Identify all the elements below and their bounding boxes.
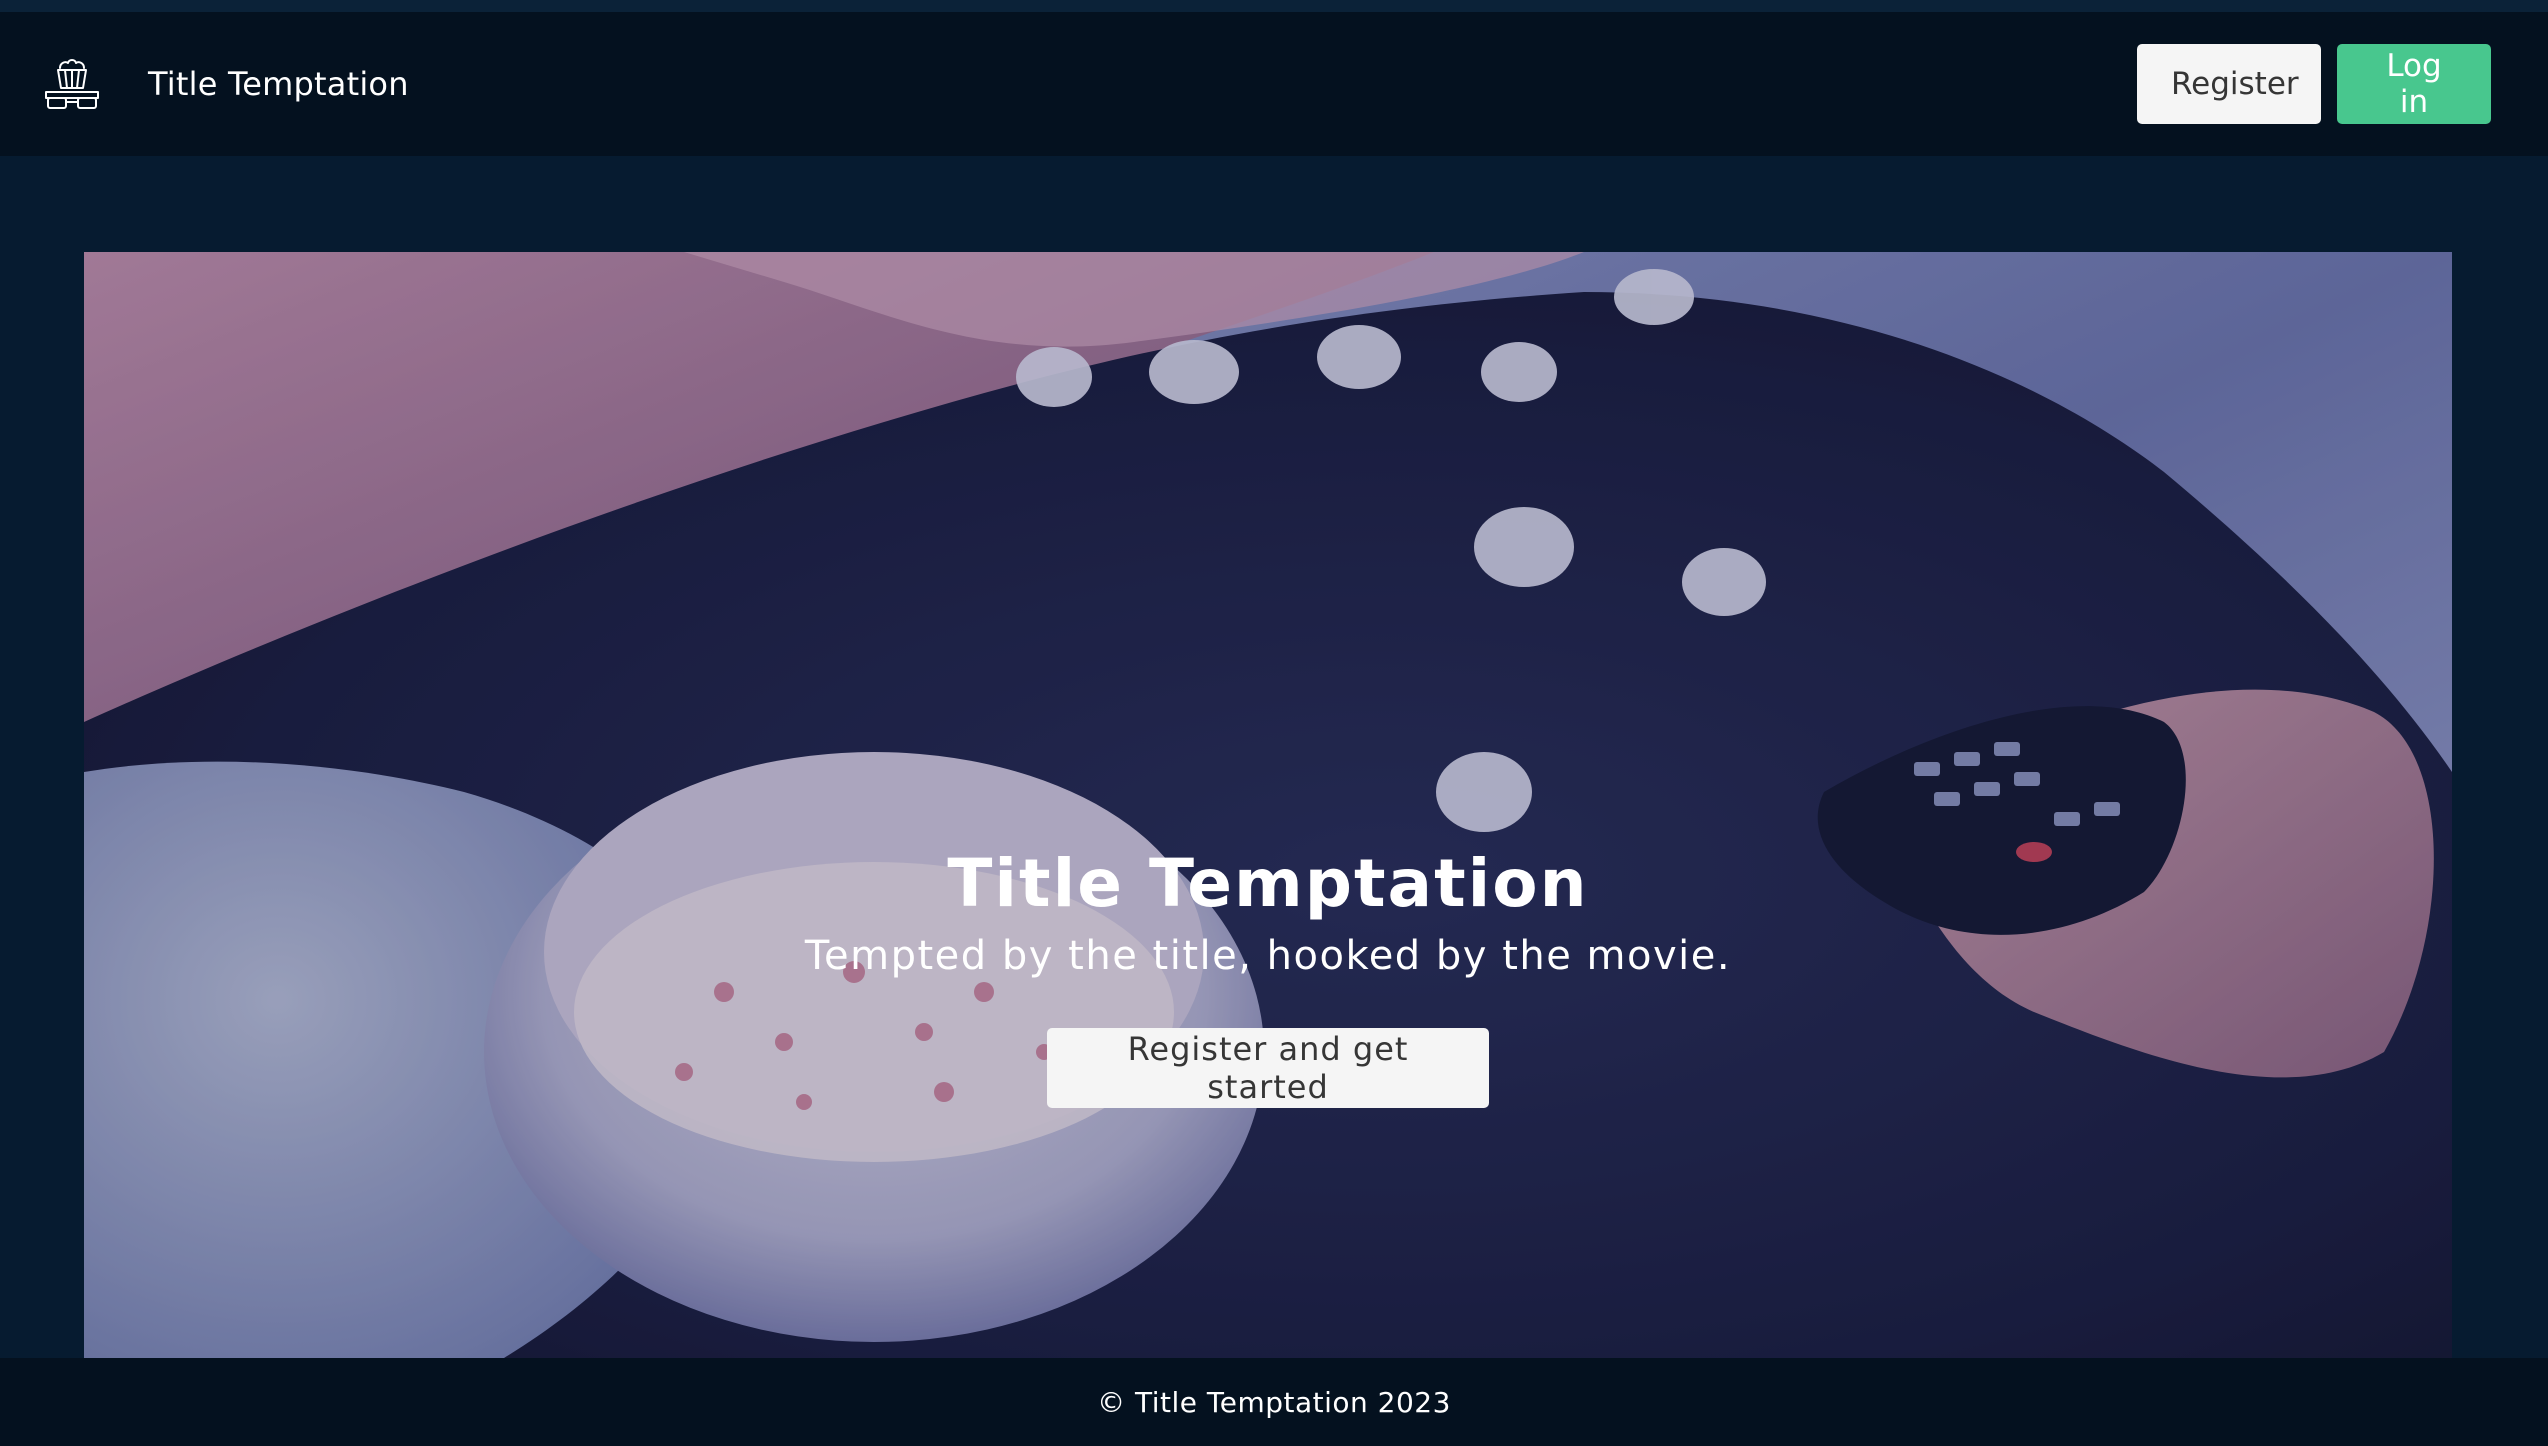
- footer: © Title Temptation 2023: [0, 1358, 2548, 1446]
- brand-name: Title Temptation: [148, 65, 409, 103]
- hero-overlay: [84, 252, 2452, 1358]
- hero-content: Title Temptation Tempted by the title, h…: [84, 840, 2452, 1108]
- register-button[interactable]: Register: [2137, 44, 2321, 124]
- hero-subtitle: Tempted by the title, hooked by the movi…: [804, 933, 1732, 979]
- top-strip: [0, 0, 2548, 12]
- popcorn-icon: [42, 54, 102, 114]
- brand[interactable]: Title Temptation: [42, 54, 409, 114]
- login-button[interactable]: Log in: [2337, 44, 2491, 124]
- navbar: Title Temptation Register Log in: [0, 12, 2548, 156]
- register-cta-button[interactable]: Register and get started: [1047, 1028, 1489, 1108]
- hero-title: Title Temptation: [947, 845, 1589, 922]
- hero-section: Title Temptation Tempted by the title, h…: [84, 252, 2452, 1358]
- nav-buttons: Register Log in: [2137, 44, 2491, 124]
- footer-copyright: © Title Temptation 2023: [1097, 1385, 1451, 1419]
